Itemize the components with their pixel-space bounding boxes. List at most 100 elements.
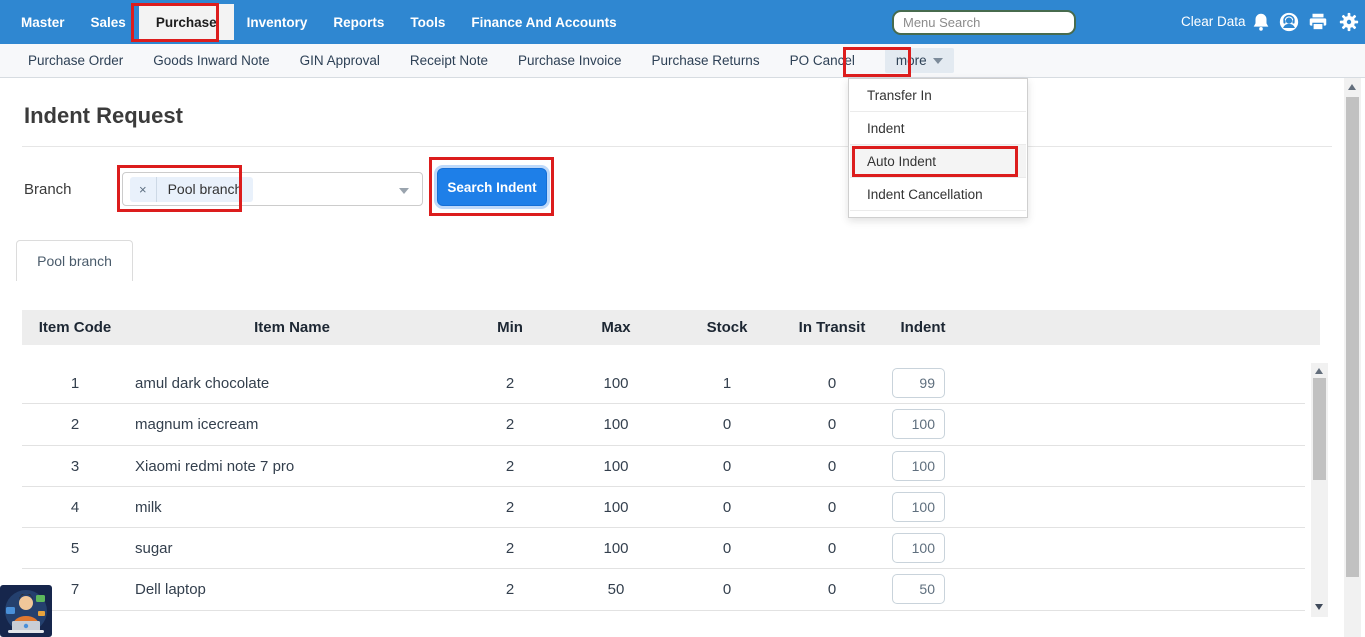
cell-item-name: amul dark chocolate (135, 363, 435, 404)
support-chat-avatar[interactable] (0, 585, 52, 637)
cell-max: 50 (556, 569, 676, 610)
notification-bell-icon[interactable] (1250, 11, 1272, 33)
cell-stock: 0 (667, 528, 787, 569)
more-dropdown-menu: Transfer In Indent Auto Indent Indent Ca… (848, 78, 1028, 218)
cell-item-code: 1 (22, 363, 128, 404)
page-scrollbar-thumb[interactable] (1346, 97, 1359, 577)
cell-item-code: 5 (22, 528, 128, 569)
topnav-item-purchase[interactable]: Purchase (139, 4, 234, 40)
col-header-item-name: Item Name (142, 310, 442, 345)
page-scrollbar[interactable] (1344, 78, 1361, 637)
table-header: Item Code Item Name Min Max Stock In Tra… (22, 310, 1320, 345)
cell-min: 2 (450, 363, 570, 404)
cell-stock: 0 (667, 404, 787, 445)
cell-in-transit: 0 (772, 528, 892, 569)
col-header-indent: Indent (863, 310, 983, 345)
cell-max: 100 (556, 528, 676, 569)
cell-item-code: 4 (22, 487, 128, 528)
col-header-min: Min (450, 310, 570, 345)
subnav-item-gin-approval[interactable]: GIN Approval (300, 53, 380, 68)
dropdown-item-auto-indent[interactable]: Auto Indent (850, 145, 1026, 178)
cell-stock: 1 (667, 363, 787, 404)
topnav-item-master[interactable]: Master (8, 0, 78, 44)
table-row: 3 Xiaomi redmi note 7 pro 2 100 0 0 (22, 446, 1305, 487)
cell-item-name: sugar (135, 528, 435, 569)
table-scrollbar[interactable] (1311, 363, 1328, 617)
cell-max: 100 (556, 446, 676, 487)
subnav-item-po-cancel[interactable]: PO Cancel (790, 53, 855, 68)
indent-quantity-input[interactable] (892, 368, 945, 398)
cell-item-name: Dell laptop (135, 569, 435, 610)
chip-remove-icon[interactable]: × (130, 177, 157, 202)
col-header-item-code: Item Code (22, 310, 128, 345)
cell-min: 2 (450, 569, 570, 610)
settings-gear-icon[interactable] (1338, 11, 1360, 33)
purchase-sub-nav: Purchase Order Goods Inward Note GIN App… (0, 44, 1365, 78)
support-agent-icon[interactable] (1278, 11, 1300, 33)
topnav-item-tools[interactable]: Tools (397, 0, 458, 44)
cell-stock: 0 (667, 487, 787, 528)
topnav-item-reports[interactable]: Reports (320, 0, 397, 44)
scroll-up-icon[interactable] (1348, 84, 1356, 90)
cell-in-transit: 0 (772, 446, 892, 487)
cell-max: 100 (556, 487, 676, 528)
indent-quantity-input[interactable] (892, 574, 945, 604)
cell-item-name: magnum icecream (135, 404, 435, 445)
subnav-item-purchase-returns[interactable]: Purchase Returns (652, 53, 760, 68)
branch-chip: × Pool branch (130, 177, 253, 202)
indent-quantity-input[interactable] (892, 492, 945, 522)
search-indent-button[interactable]: Search Indent (437, 168, 547, 206)
top-nav-bar: Master Sales Purchase Inventory Reports … (0, 0, 1365, 44)
table-row: 7 Dell laptop 2 50 0 0 (22, 569, 1305, 610)
dropdown-item-indent-cancellation[interactable]: Indent Cancellation (850, 178, 1026, 211)
tab-pool-branch[interactable]: Pool branch (16, 240, 133, 281)
cell-stock: 0 (667, 569, 787, 610)
title-divider (22, 146, 1332, 147)
dropdown-item-transfer-in[interactable]: Transfer In (850, 79, 1026, 112)
cell-in-transit: 0 (772, 404, 892, 445)
cell-item-name: milk (135, 487, 435, 528)
table-row: 2 magnum icecream 2 100 0 0 (22, 404, 1305, 445)
cell-max: 100 (556, 363, 676, 404)
topnav-item-finance-and-accounts[interactable]: Finance And Accounts (458, 0, 629, 44)
more-label: more (896, 53, 927, 68)
dropdown-item-indent[interactable]: Indent (850, 112, 1026, 145)
subnav-item-goods-inward-note[interactable]: Goods Inward Note (153, 53, 269, 68)
topnav-item-sales[interactable]: Sales (78, 0, 139, 44)
table-scroll-up-icon[interactable] (1315, 368, 1323, 374)
clear-data-button[interactable]: Clear Data (1181, 14, 1246, 29)
table-body: 1 amul dark chocolate 2 100 1 0 2 magnum… (22, 363, 1305, 611)
cell-item-code: 2 (22, 404, 128, 445)
branch-select[interactable]: × Pool branch (122, 172, 423, 206)
indent-quantity-input[interactable] (892, 451, 945, 481)
cell-min: 2 (450, 446, 570, 487)
menu-search-input[interactable] (892, 10, 1076, 35)
table-scroll-down-icon[interactable] (1315, 604, 1323, 610)
indent-quantity-input[interactable] (892, 533, 945, 563)
cell-stock: 0 (667, 446, 787, 487)
cell-in-transit: 0 (772, 487, 892, 528)
select-caret-icon (399, 188, 409, 194)
cell-max: 100 (556, 404, 676, 445)
subnav-item-purchase-invoice[interactable]: Purchase Invoice (518, 53, 622, 68)
cell-item-name: Xiaomi redmi note 7 pro (135, 446, 435, 487)
col-header-stock: Stock (667, 310, 787, 345)
subnav-item-receipt-note[interactable]: Receipt Note (410, 53, 488, 68)
cell-min: 2 (450, 404, 570, 445)
printer-icon[interactable] (1307, 11, 1329, 33)
subnav-more-button[interactable]: more (885, 48, 954, 73)
table-row: 1 amul dark chocolate 2 100 1 0 (22, 363, 1305, 404)
chip-label: Pool branch (157, 181, 254, 197)
cell-min: 2 (450, 487, 570, 528)
cell-min: 2 (450, 528, 570, 569)
cell-in-transit: 0 (772, 363, 892, 404)
cell-item-code: 3 (22, 446, 128, 487)
indent-quantity-input[interactable] (892, 409, 945, 439)
subnav-item-purchase-order[interactable]: Purchase Order (28, 53, 123, 68)
branch-label: Branch (24, 181, 72, 198)
table-row: 4 milk 2 100 0 0 (22, 487, 1305, 528)
topnav-item-inventory[interactable]: Inventory (234, 0, 321, 44)
col-header-max: Max (556, 310, 676, 345)
cell-in-transit: 0 (772, 569, 892, 610)
table-scrollbar-thumb[interactable] (1313, 378, 1326, 480)
